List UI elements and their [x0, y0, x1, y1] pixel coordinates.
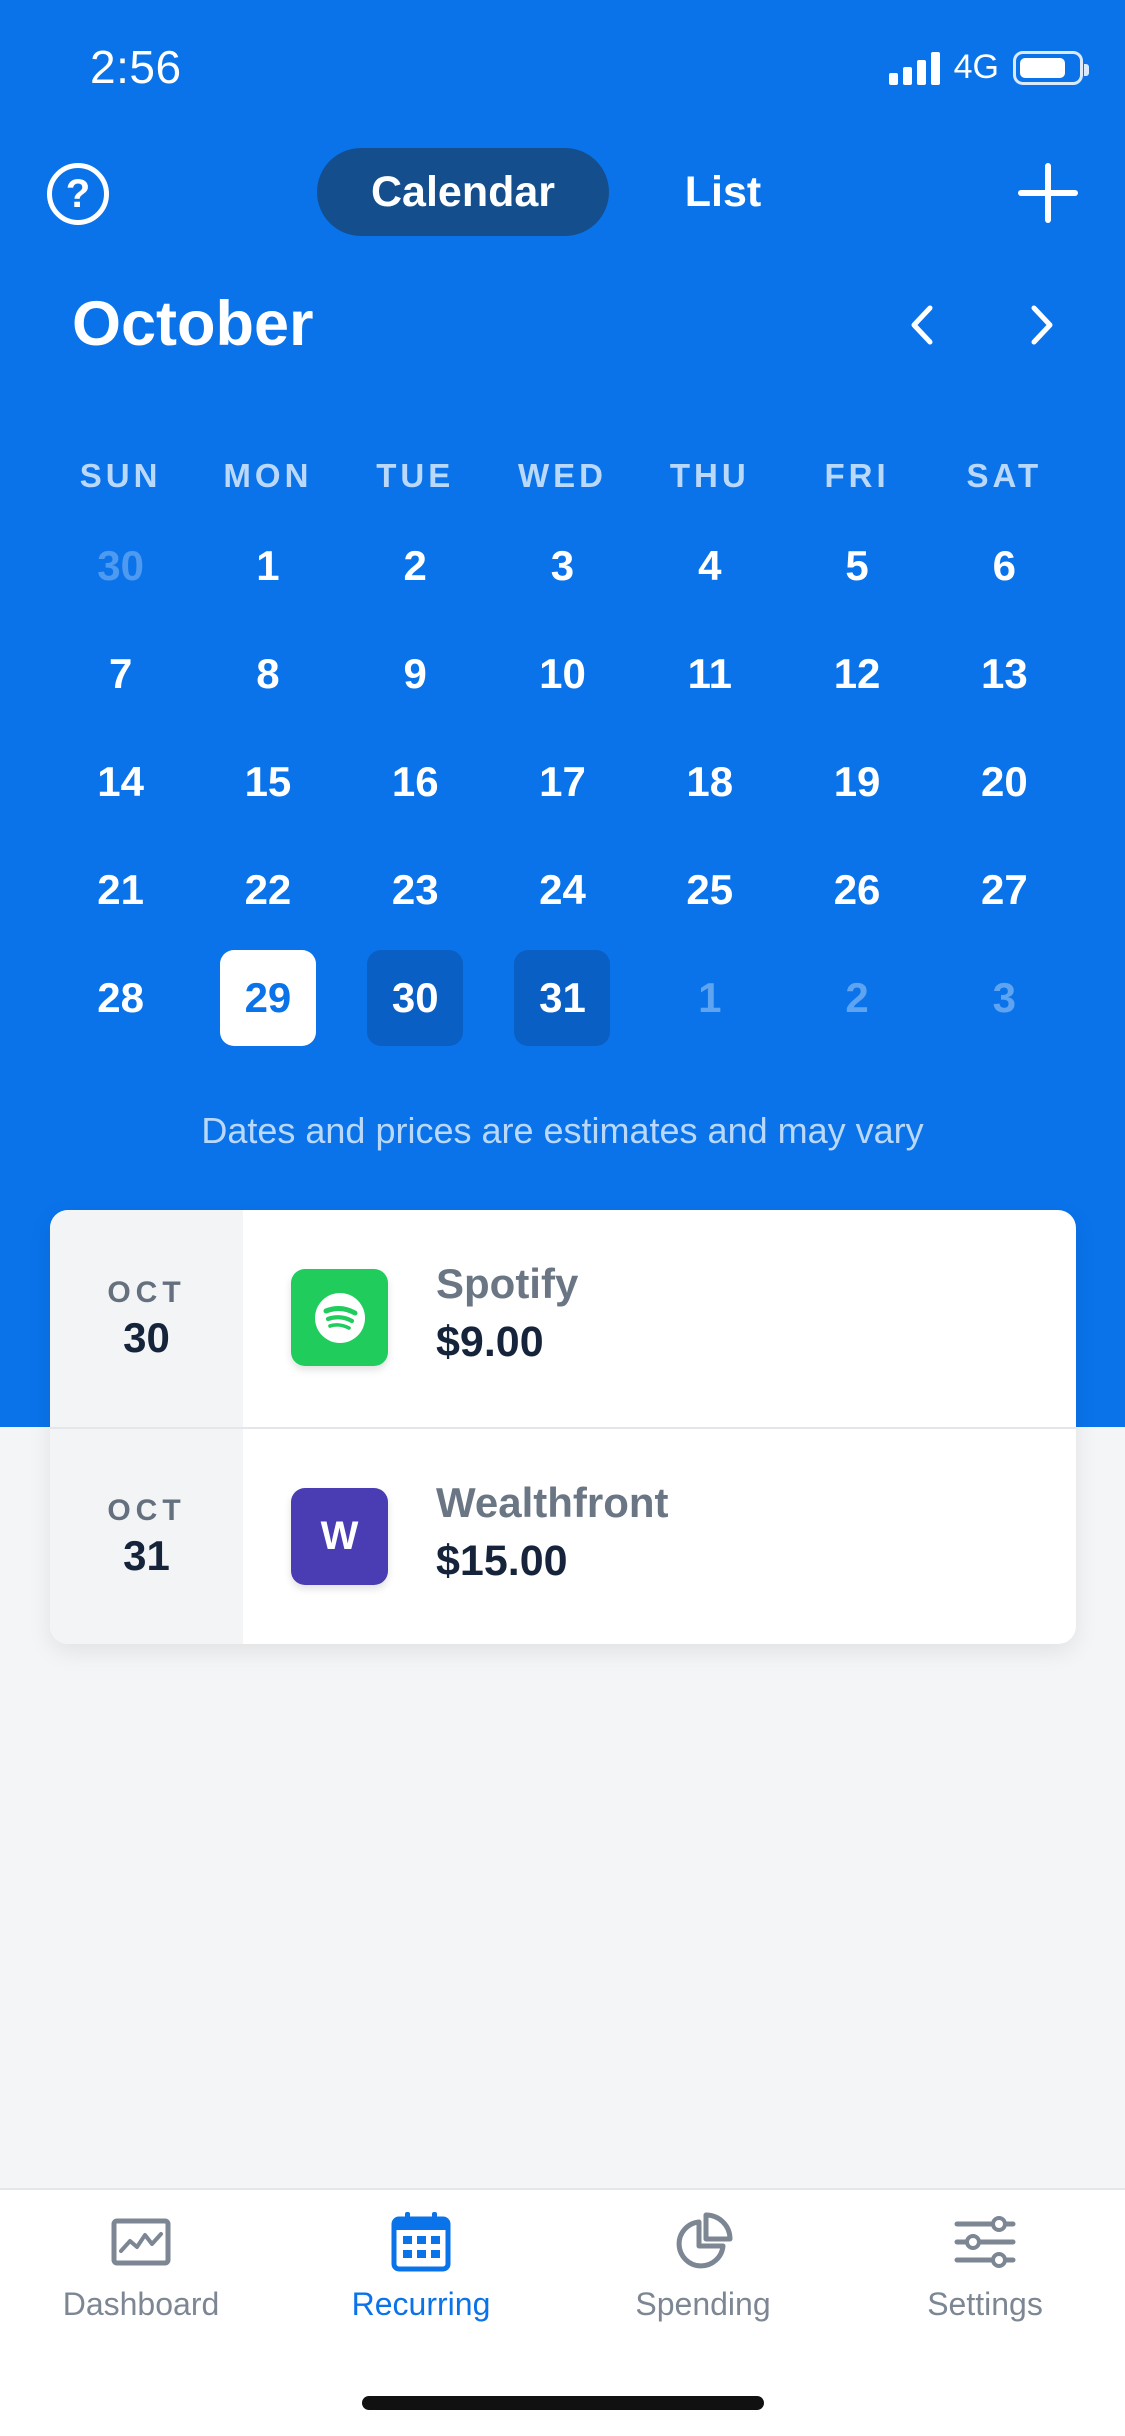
bill-month: OCT [107, 1275, 186, 1309]
calendar-day-today[interactable]: 29 [219, 950, 316, 1046]
view-toggle: Calendar List [317, 148, 837, 236]
battery-icon [1013, 50, 1089, 85]
calendar-day[interactable]: 13 [956, 626, 1052, 722]
calendar-day-outside[interactable]: 2 [809, 950, 905, 1046]
bill-date: OCT 30 [50, 1210, 243, 1427]
calendar-day-outside[interactable]: 1 [662, 950, 758, 1046]
add-icon[interactable] [1018, 163, 1078, 223]
calendar-day[interactable]: 4 [662, 518, 758, 614]
weekday-header: SUN MON TUE WED THU FRI SAT [47, 440, 1078, 512]
calendar-day[interactable]: 22 [220, 842, 316, 938]
status-time: 2:56 [90, 41, 182, 93]
bill-amount: $15.00 [436, 1537, 568, 1585]
chart-icon [109, 2210, 173, 2274]
bill-row-spotify[interactable]: OCT 30 Spotify $9.00 [50, 1210, 1076, 1427]
tab-label: Spending [635, 2286, 771, 2322]
calendar-day[interactable]: 14 [73, 734, 169, 830]
chevron-left-icon[interactable] [902, 302, 942, 348]
calendar-day[interactable]: 18 [662, 734, 758, 830]
calendar-day-bill[interactable]: 30 [367, 950, 464, 1046]
tab-label: Recurring [351, 2286, 491, 2322]
tab-list[interactable]: List [609, 148, 837, 236]
calendar-week: 30 1 2 3 4 5 6 [47, 512, 1078, 620]
tab-recurring[interactable]: Recurring [281, 2210, 561, 2323]
calendar-grid: SUN MON TUE WED THU FRI SAT 30 1 2 3 4 5… [47, 440, 1078, 1052]
estimate-disclaimer: Dates and prices are estimates and may v… [201, 1110, 924, 1151]
calendar-day-outside[interactable]: 30 [73, 518, 169, 614]
calendar-day[interactable]: 8 [220, 626, 316, 722]
calendar-day[interactable]: 25 [662, 842, 758, 938]
calendar-day[interactable]: 26 [809, 842, 905, 938]
calendar-icon [389, 2210, 453, 2274]
calendar-week: 21 22 23 24 25 26 27 [47, 836, 1078, 944]
bill-date: OCT 31 [50, 1429, 243, 1644]
bills-card: OCT 30 Spotify $9.00 OCT 31 W Wealthfron… [50, 1210, 1076, 1644]
tab-label: Settings [927, 2286, 1043, 2322]
calendar-day[interactable]: 23 [367, 842, 463, 938]
calendar-week: 7 8 9 10 11 12 13 [47, 620, 1078, 728]
tab-calendar[interactable]: Calendar [317, 148, 609, 236]
bill-amount: $9.00 [436, 1318, 544, 1366]
signal-icon [888, 51, 940, 85]
tab-spending[interactable]: Spending [563, 2210, 843, 2323]
calendar-day[interactable]: 19 [809, 734, 905, 830]
calendar-day[interactable]: 20 [956, 734, 1052, 830]
sliders-icon [953, 2210, 1017, 2274]
bill-name: Wealthfront [436, 1479, 669, 1526]
network-label: 4G [953, 48, 999, 86]
calendar-day[interactable]: 28 [73, 950, 169, 1046]
calendar-day[interactable]: 10 [514, 626, 610, 722]
tab-label: Dashboard [62, 2286, 220, 2322]
weekday-label: TUE [376, 457, 455, 494]
home-indicator [362, 2396, 764, 2410]
status-indicators: 4G [888, 48, 1089, 87]
tab-dashboard[interactable]: Dashboard [1, 2210, 281, 2323]
bill-day: 30 [123, 1313, 170, 1361]
spotify-logo-icon [291, 1269, 388, 1366]
calendar-day[interactable]: 3 [514, 518, 610, 614]
calendar-day[interactable]: 5 [809, 518, 905, 614]
help-icon[interactable]: ? [47, 163, 109, 225]
bill-day: 31 [123, 1531, 170, 1579]
calendar-day[interactable]: 7 [73, 626, 169, 722]
bill-month: OCT [107, 1493, 186, 1527]
pie-chart-icon [671, 2210, 735, 2274]
calendar-day-outside[interactable]: 3 [956, 950, 1052, 1046]
calendar-day[interactable]: 16 [367, 734, 463, 830]
calendar-day[interactable]: 12 [809, 626, 905, 722]
calendar-day-bill[interactable]: 31 [514, 950, 611, 1046]
calendar-day[interactable]: 11 [662, 626, 758, 722]
weekday-label: FRI [824, 457, 890, 494]
month-title: October [72, 289, 314, 359]
calendar-day[interactable]: 21 [73, 842, 169, 938]
calendar-day[interactable]: 6 [956, 518, 1052, 614]
weekday-label: WED [517, 457, 607, 494]
weekday-label: THU [669, 457, 750, 494]
calendar-day[interactable]: 24 [514, 842, 610, 938]
calendar-day[interactable]: 2 [367, 518, 463, 614]
calendar-week: 28 29 30 31 1 2 3 [47, 944, 1078, 1052]
calendar-day[interactable]: 1 [220, 518, 316, 614]
weekday-label: SAT [966, 457, 1043, 494]
calendar-day[interactable]: 9 [367, 626, 463, 722]
calendar-day[interactable]: 27 [956, 842, 1052, 938]
weekday-label: MON [223, 457, 313, 494]
calendar-week: 14 15 16 17 18 19 20 [47, 728, 1078, 836]
chevron-right-icon[interactable] [1022, 302, 1062, 348]
weekday-label: SUN [79, 457, 162, 494]
calendar-day[interactable]: 17 [514, 734, 610, 830]
wealthfront-logo-icon: W [291, 1488, 388, 1585]
tab-settings[interactable]: Settings [845, 2210, 1125, 2323]
bill-row-wealthfront[interactable]: OCT 31 W Wealthfront $15.00 [50, 1427, 1076, 1644]
bill-name: Spotify [436, 1260, 579, 1307]
calendar-day[interactable]: 15 [220, 734, 316, 830]
